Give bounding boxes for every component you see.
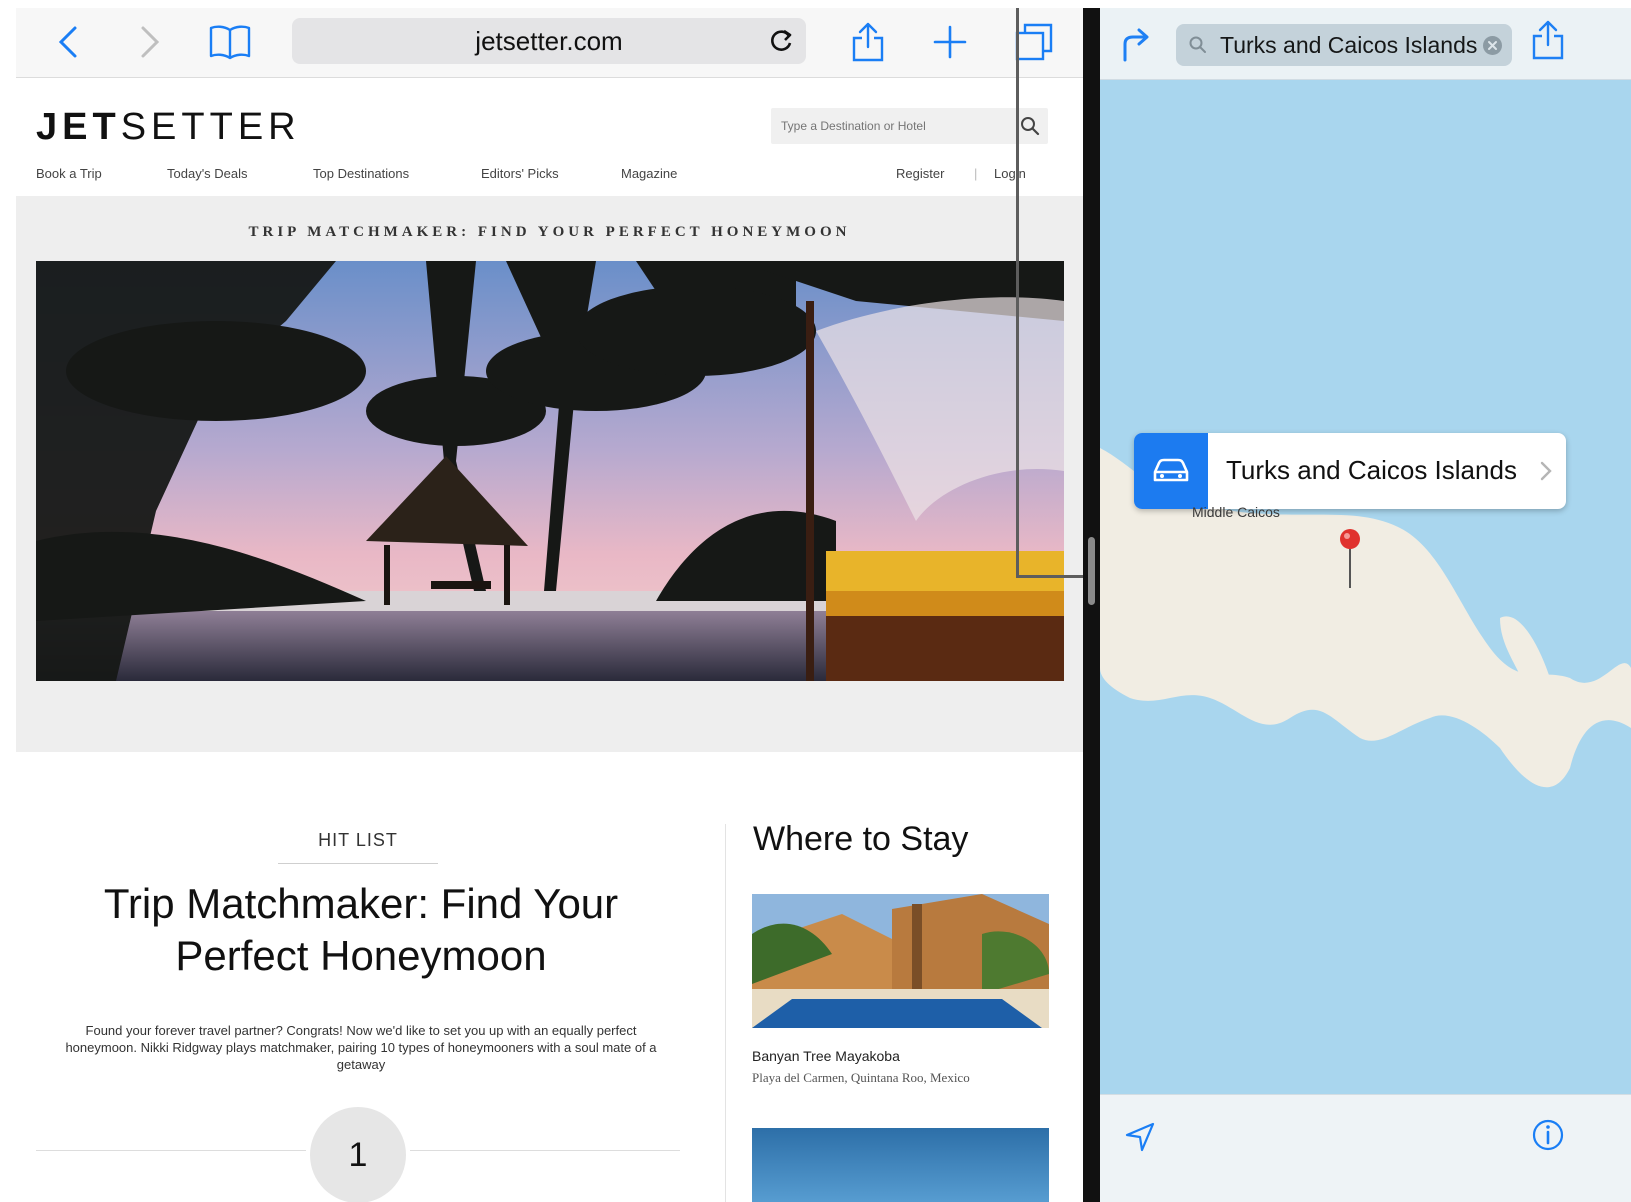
share-icon[interactable] [1526, 18, 1570, 62]
list-number-badge: 1 [310, 1107, 406, 1202]
list-rule-left [36, 1150, 306, 1151]
article-kicker[interactable]: HIT LIST [278, 830, 438, 864]
search-icon [1188, 35, 1208, 55]
location-arrow-icon[interactable] [1118, 1115, 1162, 1159]
banner-title[interactable]: TRIP MATCHMAKER: FIND YOUR PERFECT HONEY… [16, 224, 1083, 241]
clear-icon[interactable] [1483, 36, 1502, 55]
maps-bottom-bar [1100, 1094, 1631, 1202]
maps-toolbar: Turks and Caicos Islands [1100, 8, 1631, 80]
site-header: JETSETTER Book a Trip Today's Deals Top … [16, 78, 1083, 196]
nav-book-a-trip[interactable]: Book a Trip [36, 166, 102, 181]
reload-icon[interactable] [766, 26, 796, 56]
maps-search-text: Turks and Caicos Islands [1220, 32, 1478, 58]
article-excerpt: Found your forever travel partner? Congr… [65, 1023, 657, 1072]
safari-window: jetsetter.com JETSETTER Book a Trip Toda… [16, 8, 1083, 1202]
maps-window: Turks and Caicos Islands Turks and Caico… [1100, 8, 1631, 1202]
destination-search-input[interactable] [771, 108, 1006, 144]
nav-separator: | [974, 166, 978, 181]
map-callout[interactable]: Turks and Caicos Islands [1134, 433, 1566, 509]
map-canvas[interactable] [1100, 8, 1631, 1202]
back-icon[interactable] [46, 20, 90, 64]
car-icon[interactable] [1134, 433, 1208, 509]
article-headline[interactable]: Trip Matchmaker: Find Your Perfect Honey… [46, 878, 676, 982]
callout-line [1016, 8, 1019, 578]
register-link[interactable]: Register [896, 166, 944, 181]
map-pin-icon[interactable] [1338, 528, 1362, 590]
url-text: jetsetter.com [475, 25, 623, 56]
chevron-right-icon[interactable] [1538, 459, 1554, 483]
new-tab-icon[interactable] [928, 20, 972, 64]
hotel-image[interactable] [752, 894, 1049, 1028]
article-section: HIT LIST Trip Matchmaker: Find Your Perf… [16, 752, 1083, 1202]
search-icon[interactable] [1018, 114, 1042, 138]
list-rule-right [410, 1150, 680, 1151]
bookmarks-icon[interactable] [208, 20, 252, 64]
map-place-label: Middle Caicos [1192, 504, 1280, 520]
nav-todays-deals[interactable]: Today's Deals [167, 166, 248, 181]
nav-top-destinations[interactable]: Top Destinations [313, 166, 409, 181]
info-icon[interactable] [1526, 1113, 1570, 1157]
share-icon[interactable] [846, 20, 890, 64]
split-view-divider[interactable] [1083, 8, 1100, 1202]
hotel-location: Playa del Carmen, Quintana Roo, Mexico [752, 1070, 970, 1085]
split-view-handle[interactable] [1088, 537, 1095, 605]
sidebar-divider [725, 824, 726, 1202]
address-bar[interactable]: jetsetter.com [292, 18, 806, 64]
feature-banner: TRIP MATCHMAKER: FIND YOUR PERFECT HONEY… [16, 196, 1083, 752]
login-link[interactable]: Login [994, 166, 1026, 181]
maps-search-field[interactable]: Turks and Caicos Islands [1176, 24, 1512, 66]
hotel-image-2[interactable] [752, 1128, 1049, 1202]
callout-line-horizontal [1016, 575, 1083, 578]
jetsetter-logo[interactable]: JETSETTER [36, 106, 301, 149]
nav-magazine[interactable]: Magazine [621, 166, 677, 181]
hero-image[interactable] [36, 261, 1064, 681]
forward-icon[interactable] [128, 20, 172, 64]
safari-toolbar: jetsetter.com [16, 8, 1083, 78]
site-search [771, 108, 1048, 144]
callout-label: Turks and Caicos Islands [1226, 455, 1517, 485]
directions-icon[interactable] [1114, 22, 1158, 66]
nav-editors-picks[interactable]: Editors' Picks [481, 166, 559, 181]
hotel-name[interactable]: Banyan Tree Mayakoba [752, 1048, 900, 1064]
where-to-stay-title: Where to Stay [753, 820, 969, 858]
